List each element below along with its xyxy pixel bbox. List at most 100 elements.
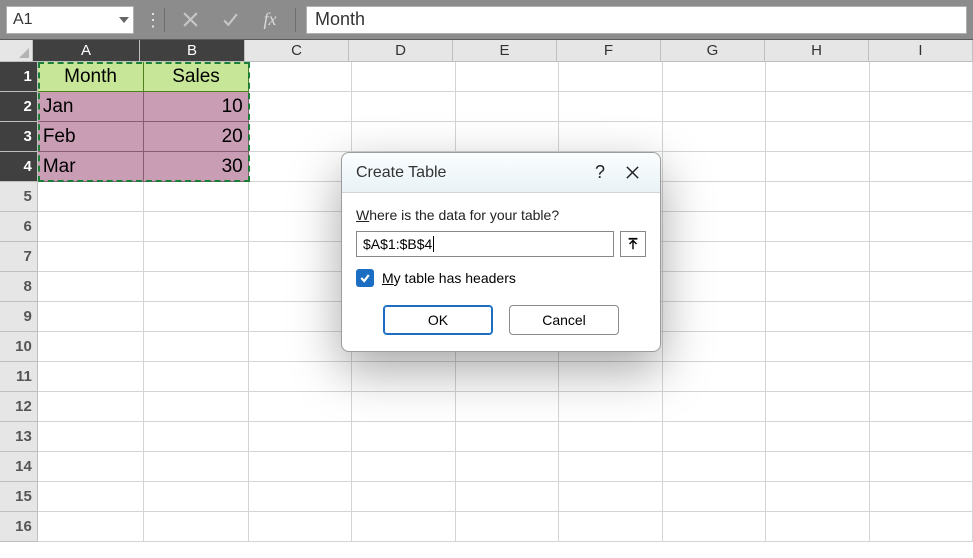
row-header-11[interactable]: 11 <box>0 362 38 392</box>
headers-checkbox[interactable] <box>356 269 374 287</box>
row-header-14[interactable]: 14 <box>0 452 38 482</box>
column-header-G[interactable]: G <box>661 40 765 62</box>
row-header-3[interactable]: 3 <box>0 122 38 152</box>
cell-E12[interactable] <box>456 392 559 422</box>
cell-D12[interactable] <box>352 392 455 422</box>
cell-B12[interactable] <box>144 392 248 422</box>
cell-E15[interactable] <box>456 482 559 512</box>
cell-A16[interactable] <box>38 512 144 542</box>
cell-H16[interactable] <box>766 512 869 542</box>
range-input[interactable]: $A$1:$B$4 <box>356 231 614 257</box>
cell-I7[interactable] <box>870 242 973 272</box>
chevron-down-icon[interactable] <box>119 17 129 23</box>
column-header-H[interactable]: H <box>765 40 869 62</box>
row-header-2[interactable]: 2 <box>0 92 38 122</box>
cell-E11[interactable] <box>456 362 559 392</box>
cell-F13[interactable] <box>559 422 662 452</box>
cell-B5[interactable] <box>144 182 248 212</box>
cell-A3[interactable]: Feb <box>38 122 144 152</box>
cell-D11[interactable] <box>352 362 455 392</box>
row-header-12[interactable]: 12 <box>0 392 38 422</box>
column-header-F[interactable]: F <box>557 40 661 62</box>
cell-F14[interactable] <box>559 452 662 482</box>
cell-F3[interactable] <box>559 122 662 152</box>
row-header-6[interactable]: 6 <box>0 212 38 242</box>
row-header-7[interactable]: 7 <box>0 242 38 272</box>
cell-C12[interactable] <box>249 392 352 422</box>
cell-E1[interactable] <box>456 62 559 92</box>
fx-button[interactable]: fx <box>255 6 285 34</box>
cell-D14[interactable] <box>352 452 455 482</box>
cell-I12[interactable] <box>870 392 973 422</box>
cell-G15[interactable] <box>663 482 766 512</box>
cell-E2[interactable] <box>456 92 559 122</box>
cell-H7[interactable] <box>766 242 869 272</box>
cell-D3[interactable] <box>352 122 455 152</box>
cell-G11[interactable] <box>663 362 766 392</box>
cell-C6[interactable] <box>249 212 352 242</box>
cell-C9[interactable] <box>249 302 352 332</box>
cell-I15[interactable] <box>870 482 973 512</box>
cell-C2[interactable] <box>249 92 352 122</box>
cell-H14[interactable] <box>766 452 869 482</box>
close-button[interactable] <box>616 157 648 189</box>
cell-A15[interactable] <box>38 482 144 512</box>
row-header-1[interactable]: 1 <box>0 62 38 92</box>
cell-I1[interactable] <box>870 62 973 92</box>
cell-I9[interactable] <box>870 302 973 332</box>
cell-G2[interactable] <box>663 92 766 122</box>
cell-G4[interactable] <box>663 152 766 182</box>
cell-B7[interactable] <box>144 242 248 272</box>
cell-E13[interactable] <box>456 422 559 452</box>
cell-B9[interactable] <box>144 302 248 332</box>
cell-H8[interactable] <box>766 272 869 302</box>
cell-G13[interactable] <box>663 422 766 452</box>
column-header-I[interactable]: I <box>869 40 973 62</box>
cell-D13[interactable] <box>352 422 455 452</box>
column-header-B[interactable]: B <box>140 40 245 62</box>
cell-F1[interactable] <box>559 62 662 92</box>
cell-G6[interactable] <box>663 212 766 242</box>
cell-E3[interactable] <box>456 122 559 152</box>
cell-A6[interactable] <box>38 212 144 242</box>
cell-D16[interactable] <box>352 512 455 542</box>
cell-H3[interactable] <box>766 122 869 152</box>
collapse-dialog-button[interactable] <box>620 231 646 257</box>
formula-input[interactable]: Month <box>306 6 967 34</box>
cell-C13[interactable] <box>249 422 352 452</box>
cell-A10[interactable] <box>38 332 144 362</box>
cell-F15[interactable] <box>559 482 662 512</box>
select-all-button[interactable] <box>0 40 33 62</box>
column-header-C[interactable]: C <box>245 40 349 62</box>
column-header-E[interactable]: E <box>453 40 557 62</box>
cancel-formula-button[interactable] <box>175 6 205 34</box>
cell-B10[interactable] <box>144 332 248 362</box>
cell-I8[interactable] <box>870 272 973 302</box>
cell-B1[interactable]: Sales <box>144 62 248 92</box>
cell-C7[interactable] <box>249 242 352 272</box>
cell-G5[interactable] <box>663 182 766 212</box>
cell-H2[interactable] <box>766 92 869 122</box>
cell-B15[interactable] <box>144 482 248 512</box>
drag-handle-icon[interactable]: ⋮ <box>144 15 154 25</box>
column-header-D[interactable]: D <box>349 40 453 62</box>
cell-A13[interactable] <box>38 422 144 452</box>
cell-C10[interactable] <box>249 332 352 362</box>
headers-checkbox-row[interactable]: My table has headers <box>356 269 646 287</box>
help-button[interactable]: ? <box>584 157 616 189</box>
cell-I5[interactable] <box>870 182 973 212</box>
cell-C4[interactable] <box>249 152 352 182</box>
cell-G14[interactable] <box>663 452 766 482</box>
cell-F11[interactable] <box>559 362 662 392</box>
cell-C14[interactable] <box>249 452 352 482</box>
cell-A2[interactable]: Jan <box>38 92 144 122</box>
cancel-button[interactable]: Cancel <box>509 305 619 335</box>
cell-B11[interactable] <box>144 362 248 392</box>
cell-A4[interactable]: Mar <box>38 152 144 182</box>
cell-I10[interactable] <box>870 332 973 362</box>
cell-I11[interactable] <box>870 362 973 392</box>
cell-C1[interactable] <box>249 62 352 92</box>
cell-G3[interactable] <box>663 122 766 152</box>
cell-G8[interactable] <box>663 272 766 302</box>
column-header-A[interactable]: A <box>33 40 140 62</box>
